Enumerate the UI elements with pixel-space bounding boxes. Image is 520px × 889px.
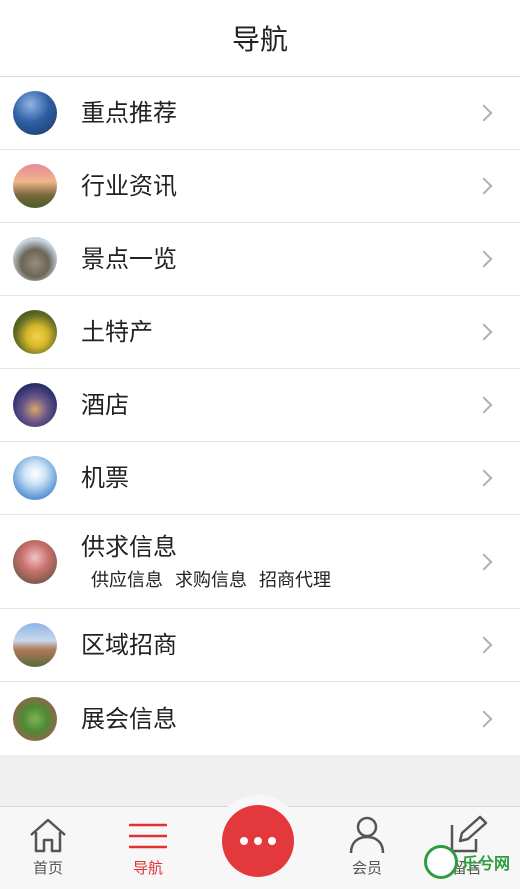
chevron-right-icon — [475, 104, 493, 122]
sub-links: 供应信息 求购信息 招商代理 — [91, 566, 331, 592]
chevron-right-icon — [475, 710, 493, 727]
menu-item-label: 行业资讯 — [81, 172, 177, 200]
chevron-right-icon — [475, 177, 493, 195]
chevron-right-icon — [475, 469, 493, 487]
menu-item-news[interactable]: 行业资讯 — [0, 150, 520, 223]
menu-item-label: 区域招商 — [81, 631, 177, 659]
menu-item-label: 机票 — [81, 464, 129, 492]
menu-item-label: 供求信息 — [81, 532, 177, 561]
exhibitions-thumbnail — [13, 696, 57, 741]
menu-item-label: 景点一览 — [81, 245, 177, 273]
tab-member-label: 会员 — [351, 859, 382, 877]
news-thumbnail — [13, 164, 57, 208]
sub-link-investment-agency[interactable]: 招商代理 — [259, 566, 331, 592]
chevron-right-icon — [475, 553, 493, 570]
more-dot-icon — [240, 837, 248, 845]
supply-demand-thumbnail — [13, 539, 57, 584]
flights-thumbnail — [13, 456, 57, 500]
more-dot-icon — [268, 837, 276, 845]
menu-item-exhibitions[interactable]: 展会信息 — [0, 682, 520, 755]
page-title: 导航 — [231, 23, 288, 56]
watermark-text: 乐兮网 — [462, 854, 511, 873]
chevron-right-icon — [475, 636, 493, 654]
menu-item-regional-investment[interactable]: 区域招商 — [0, 609, 520, 682]
menu-item-label: 酒店 — [81, 391, 129, 419]
products-thumbnail — [13, 310, 57, 354]
menu-item-scenic-spots[interactable]: 景点一览 — [0, 223, 520, 296]
home-icon — [30, 818, 66, 853]
tab-nav-label: 导航 — [132, 859, 163, 877]
menu-item-flights[interactable]: 机票 — [0, 442, 520, 515]
nav-menu-list: 重点推荐 行业资讯 景点一览 土特产 酒店 机票 供求信息 供应信息 求购信息 — [0, 77, 520, 755]
tab-nav[interactable]: 导航 — [103, 807, 193, 889]
sub-link-purchase[interactable]: 求购信息 — [175, 566, 247, 592]
menu-icon — [129, 823, 167, 849]
chevron-right-icon — [475, 323, 493, 341]
menu-item-hotel[interactable]: 酒店 — [0, 369, 520, 442]
tab-member[interactable]: 会员 — [322, 807, 412, 889]
sub-link-supply[interactable]: 供应信息 — [91, 566, 163, 592]
user-icon — [349, 816, 385, 854]
menu-item-supply-demand[interactable]: 供求信息 供应信息 求购信息 招商代理 — [0, 515, 520, 609]
hotel-thumbnail — [13, 383, 57, 427]
menu-item-recommend[interactable]: 重点推荐 — [0, 77, 520, 150]
menu-item-label: 重点推荐 — [81, 99, 177, 127]
menu-item-label: 展会信息 — [81, 704, 177, 733]
scenic-thumbnail — [13, 237, 57, 281]
chevron-right-icon — [475, 250, 493, 268]
menu-item-local-products[interactable]: 土特产 — [0, 296, 520, 369]
header-bar: 导航 — [0, 0, 520, 77]
tab-home-label: 首页 — [32, 859, 63, 877]
recommend-thumbnail — [13, 91, 57, 135]
watermark-logo-icon — [424, 845, 458, 879]
more-button[interactable] — [222, 805, 294, 877]
menu-item-label: 土特产 — [81, 318, 153, 346]
chevron-right-icon — [475, 396, 493, 414]
tab-home[interactable]: 首页 — [3, 807, 93, 889]
watermark: 乐兮网 — [424, 845, 510, 879]
regional-thumbnail — [13, 623, 57, 667]
more-dot-icon — [254, 837, 262, 845]
